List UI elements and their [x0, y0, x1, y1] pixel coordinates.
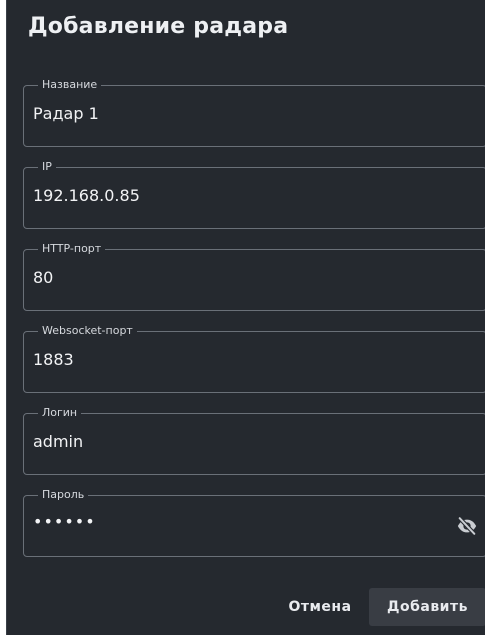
password-field-label: Пароль — [38, 488, 89, 502]
add-button[interactable]: Добавить — [369, 588, 485, 626]
http-port-field-label: HTTP-порт — [38, 242, 106, 256]
ip-field-value[interactable]: 192.168.0.85 — [33, 186, 140, 205]
eye-off-icon[interactable] — [456, 515, 478, 537]
websocket-port-field-label: Websocket-порт — [38, 324, 137, 338]
add-radar-dialog: Добавление радара Название Радар 1 IP 19… — [6, 0, 485, 635]
login-field[interactable]: Логин admin — [23, 406, 485, 475]
password-field-value[interactable]: •••••• — [33, 512, 96, 531]
login-field-label: Логин — [38, 406, 82, 420]
name-field-label: Название — [38, 78, 102, 92]
websocket-port-field-value[interactable]: 1883 — [33, 350, 74, 369]
name-field-value[interactable]: Радар 1 — [33, 104, 99, 123]
ip-field[interactable]: IP 192.168.0.85 — [23, 160, 485, 229]
password-field[interactable]: Пароль •••••• — [23, 488, 485, 557]
name-field[interactable]: Название Радар 1 — [23, 78, 485, 147]
cancel-button[interactable]: Отмена — [277, 588, 363, 626]
websocket-port-field[interactable]: Websocket-порт 1883 — [23, 324, 485, 393]
login-field-value[interactable]: admin — [33, 432, 83, 451]
ip-field-label: IP — [38, 160, 56, 174]
dialog-actions: Отмена Добавить — [7, 588, 485, 626]
http-port-field-value[interactable]: 80 — [33, 268, 53, 287]
dialog-title: Добавление радара — [28, 14, 289, 39]
http-port-field[interactable]: HTTP-порт 80 — [23, 242, 485, 311]
